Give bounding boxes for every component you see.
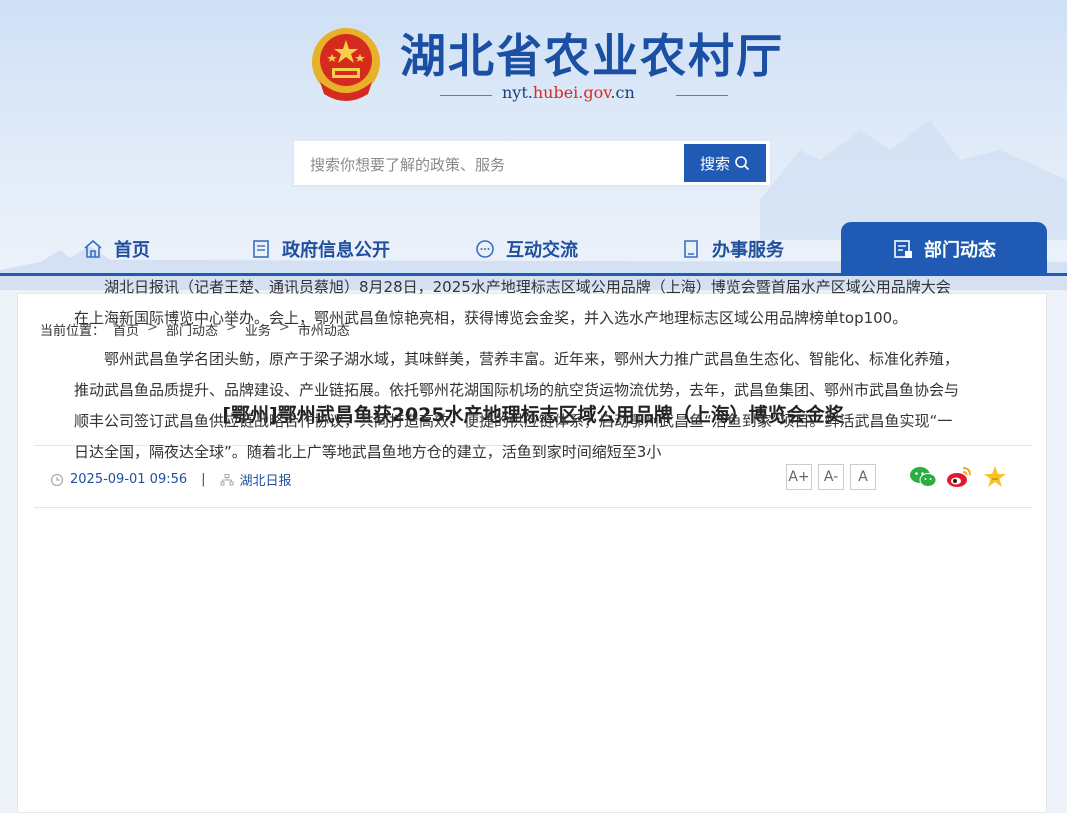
url-prefix: nyt. [502,83,533,102]
nav-services[interactable]: 办事服务 [680,222,784,276]
home-icon [84,239,102,258]
url-suffix: .cn [610,83,635,102]
site-url: nyt.hubei.gov.cn [440,83,740,107]
chat-icon [476,240,494,258]
site-title: 湖北省农业农村厅 [400,29,784,83]
url-highlight: hubei.gov [532,83,611,102]
nav-home[interactable]: 首页 [82,222,150,276]
article-paragraph: 湖北日报讯（记者王楚、通讯员蔡旭）8月28日，2025水产地理标志区域公用品牌（… [74,278,951,327]
clock-icon [50,473,64,486]
nav-services-label: 办事服务 [712,240,784,261]
search-button[interactable]: 搜索 [684,144,766,182]
news-icon [894,240,912,258]
national-emblem-icon [312,28,380,101]
article-body: 湖北日报讯（记者王楚、通讯员蔡旭）8月28日，2025水产地理标志区域公用品牌（… [74,272,960,478]
nav-dept-news[interactable]: 部门动态 [841,222,1047,276]
nav-interaction-label: 互动交流 [506,240,578,261]
url-left-line [440,95,492,96]
main-nav: 首页 政府信息公开 互动交流 办事服务 部门动态 [0,222,1067,276]
nav-dept-news-label: 部门动态 [924,240,996,261]
meta-divider-line [34,507,1032,508]
article-paragraph: 鄂州武昌鱼学名团头鲂，原产于梁子湖水域，其味鲜美，营养丰富。近年来，鄂州大力推广… [74,350,960,461]
nav-gov-info[interactable]: 政府信息公开 [250,222,390,276]
site-url-text: nyt.hubei.gov.cn [502,83,635,102]
favorite-button[interactable] [980,462,1010,492]
star-icon [984,466,1006,487]
search-input[interactable] [308,151,672,179]
nav-home-label: 首页 [114,240,150,261]
search-box: 搜索 [292,139,772,187]
url-right-line [676,95,728,96]
search-icon [735,156,750,171]
search-button-label: 搜索 [699,154,730,173]
nav-gov-info-label: 政府信息公开 [282,240,390,261]
nav-interaction[interactable]: 互动交流 [474,222,578,276]
document-icon [253,240,269,258]
bookmark-icon [684,240,698,258]
